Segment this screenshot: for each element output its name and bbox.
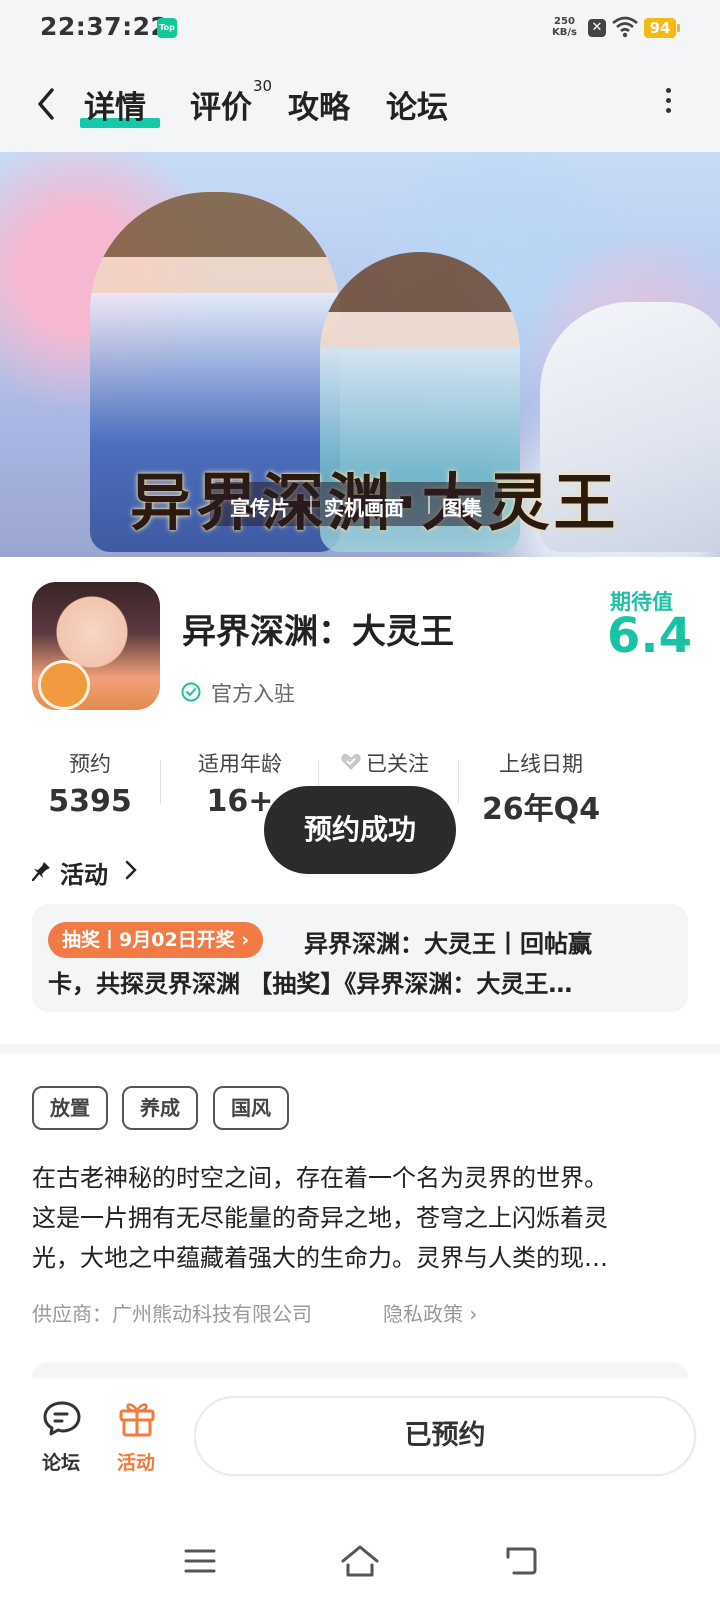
- media-tab-divider: [428, 496, 430, 514]
- stat-reservations-value: 5395: [48, 784, 132, 819]
- toast-reservation-success: 预约成功: [264, 786, 456, 874]
- stat-followed-label[interactable]: 已关注: [366, 748, 436, 778]
- supplier-info: 供应商：广州熊动科技有限公司: [32, 1302, 312, 1326]
- back-chevron-icon[interactable]: [32, 84, 62, 124]
- tag-idle[interactable]: 放置: [32, 1086, 108, 1130]
- review-count: 30: [253, 77, 273, 95]
- description-line[interactable]: 在古老神秘的时空之间，存在着一个名为灵界的世界。: [32, 1158, 608, 1193]
- stat-divider: [160, 760, 161, 804]
- system-back-icon[interactable]: [504, 1545, 538, 1577]
- media-tab-gameplay[interactable]: 实机画面: [324, 492, 404, 521]
- tab-forum[interactable]: 论坛: [386, 82, 448, 127]
- tab-reviews[interactable]: 评价: [190, 82, 252, 127]
- activity-text-line1[interactable]: 异界深渊：大灵王丨回帖赢: [304, 924, 592, 959]
- media-tab-divider: [310, 496, 312, 514]
- bottom-forum-label[interactable]: 论坛: [42, 1448, 80, 1475]
- stat-reservations-label: 预约: [69, 752, 111, 776]
- stat-age-label: 适用年龄: [198, 752, 282, 776]
- privacy-policy-link[interactable]: 隐私政策 ›: [383, 1298, 477, 1327]
- media-tab-trailer[interactable]: 宣传片: [230, 492, 290, 521]
- tab-guides[interactable]: 攻略: [288, 82, 350, 127]
- net-speed: 250 KB/s: [552, 16, 577, 38]
- close-box-icon: ✕: [588, 19, 606, 37]
- description-line[interactable]: 这是一片拥有无尽能量的奇异之地，苍穹之上闪烁着灵: [32, 1198, 608, 1233]
- net-speed-value: 250: [554, 16, 575, 27]
- description-line[interactable]: 光，大地之中蕴藏着强大的生命力。灵界与人类的现…: [32, 1238, 608, 1273]
- heart-icon[interactable]: [340, 752, 362, 772]
- activity-section-title[interactable]: 活动: [60, 855, 108, 890]
- chevron-right-icon: ›: [241, 929, 250, 951]
- verified-label: 官方入驻: [211, 682, 295, 706]
- tag-chinese-style[interactable]: 国风: [213, 1086, 289, 1130]
- app-name: 异界深渊：大灵王: [182, 612, 454, 652]
- stat-divider: [458, 760, 459, 804]
- privacy-policy-label: 隐私政策: [383, 1302, 463, 1326]
- net-speed-unit: KB/s: [552, 27, 577, 38]
- section-divider: [0, 1044, 720, 1054]
- bottom-activity-label[interactable]: 活动: [117, 1448, 155, 1475]
- battery-indicator: 94: [644, 18, 676, 38]
- chevron-right-icon: ›: [469, 1302, 478, 1326]
- lottery-badge[interactable]: 抽奖丨9月02日开奖 ›: [48, 922, 264, 958]
- home-icon[interactable]: [340, 1544, 380, 1578]
- gift-icon[interactable]: [118, 1398, 156, 1438]
- chevron-right-icon[interactable]: [124, 859, 138, 881]
- app-icon: [32, 582, 160, 710]
- top-app-badge: Top: [157, 18, 177, 38]
- recent-apps-icon[interactable]: [184, 1548, 216, 1574]
- media-tab-gallery[interactable]: 图集: [442, 492, 482, 521]
- lottery-badge-label: 抽奖丨9月02日开奖: [62, 929, 235, 951]
- tag-cultivation[interactable]: 养成: [122, 1086, 198, 1130]
- battery-cap: [677, 24, 680, 32]
- pin-icon: [32, 862, 50, 882]
- verified-check-icon: [181, 682, 201, 702]
- forum-chat-icon[interactable]: [42, 1400, 82, 1438]
- activity-text-line2[interactable]: 卡，共探灵界深渊 【抽奖】《异界深渊：大灵王…: [48, 964, 658, 999]
- status-time: 22:37:22: [40, 12, 169, 41]
- wifi-icon: [612, 16, 638, 38]
- more-icon[interactable]: [664, 88, 672, 118]
- stat-launch-value: 26年Q4: [481, 792, 601, 827]
- tab-details[interactable]: 详情: [84, 82, 146, 127]
- expectation-score: 6.4: [607, 608, 693, 664]
- stat-launch-label: 上线日期: [499, 752, 583, 776]
- reserved-button[interactable]: 已预约: [194, 1396, 696, 1476]
